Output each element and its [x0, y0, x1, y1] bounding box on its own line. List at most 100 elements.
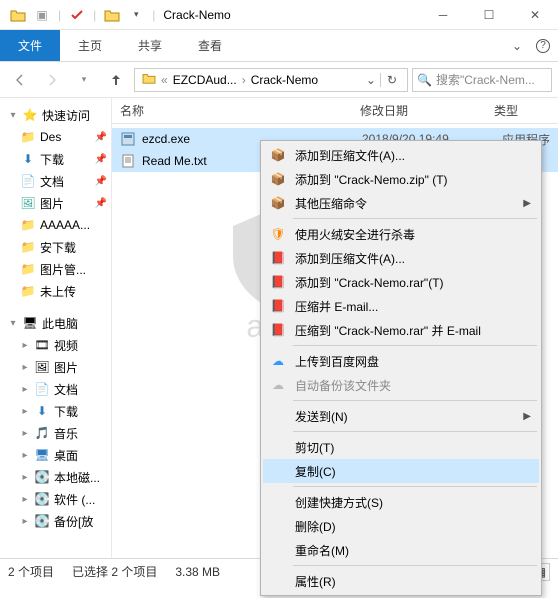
- folder-icon: [139, 72, 159, 87]
- nav-item[interactable]: 📁安下载: [0, 236, 111, 258]
- menu-separator: [293, 431, 537, 432]
- twisty-icon[interactable]: ▸: [20, 384, 30, 395]
- ctx-add-zip[interactable]: 📦添加到 "Crack-Nemo.zip" (T): [263, 167, 539, 191]
- folder-icon: 📁: [20, 217, 36, 233]
- twisty-icon[interactable]: ▸: [20, 340, 30, 351]
- folder-icon: 📁: [20, 129, 36, 145]
- address-bar[interactable]: « EZCDAud... › Crack-Nemo ⌄ ↻: [134, 68, 408, 92]
- breadcrumb-segment[interactable]: Crack-Nemo: [248, 73, 321, 87]
- nav-quick-access[interactable]: ▾⭐快速访问: [0, 104, 111, 126]
- ctx-shortcut[interactable]: 创建快捷方式(S): [263, 490, 539, 514]
- ctx-add-archive[interactable]: 📦添加到压缩文件(A)...: [263, 143, 539, 167]
- col-type[interactable]: 类型: [486, 102, 558, 119]
- ctx-huorong-scan[interactable]: 🛡使用火绒安全进行杀毒: [263, 222, 539, 246]
- window-title: Crack-Nemo: [163, 8, 230, 22]
- folder-icon: [7, 4, 29, 26]
- nav-item[interactable]: 📁未上传: [0, 280, 111, 302]
- twisty-icon[interactable]: ▸: [20, 494, 30, 505]
- pin-icon: 📌: [95, 198, 107, 209]
- exe-icon: [120, 131, 136, 147]
- forward-button[interactable]: [38, 66, 66, 94]
- nav-item[interactable]: ▸🖼图片: [0, 356, 111, 378]
- qat-pin-icon[interactable]: ▣: [31, 4, 53, 26]
- ctx-send-to[interactable]: 发送到(N)▶: [263, 404, 539, 428]
- nav-item[interactable]: 📁图片管...: [0, 258, 111, 280]
- col-date[interactable]: 修改日期: [352, 102, 486, 119]
- nav-item[interactable]: ▸🎞视频: [0, 334, 111, 356]
- nav-item[interactable]: ▸⬇下载: [0, 400, 111, 422]
- chevron-right-icon[interactable]: «: [159, 73, 170, 87]
- up-button[interactable]: [102, 66, 130, 94]
- archive-icon: 📦: [269, 170, 287, 188]
- chevron-right-icon[interactable]: ›: [240, 73, 248, 87]
- maximize-button[interactable]: ☐: [466, 0, 512, 30]
- ctx-add-rar[interactable]: 📕添加到 "Crack-Nemo.rar"(T): [263, 270, 539, 294]
- txt-icon: [120, 153, 136, 169]
- chevron-right-icon: ▶: [523, 411, 531, 422]
- nav-item[interactable]: ▸💽软件 (...: [0, 488, 111, 510]
- ctx-properties[interactable]: 属性(R): [263, 569, 539, 593]
- ribbon: 文件 主页 共享 查看 ⌄ ?: [0, 30, 558, 62]
- tab-share[interactable]: 共享: [120, 30, 180, 61]
- cloud-icon: ☁: [269, 352, 287, 370]
- ctx-copy[interactable]: 复制(C): [263, 459, 539, 483]
- ctx-cut[interactable]: 剪切(T): [263, 435, 539, 459]
- menu-separator: [293, 486, 537, 487]
- menu-separator: [293, 565, 537, 566]
- close-button[interactable]: ✕: [512, 0, 558, 30]
- search-input[interactable]: 🔍 搜索"Crack-Nem...: [412, 68, 552, 92]
- menu-separator: [293, 218, 537, 219]
- ctx-add-archive-rar[interactable]: 📕添加到压缩文件(A)...: [263, 246, 539, 270]
- nav-item[interactable]: ▸🖥桌面: [0, 444, 111, 466]
- qat-dropdown-icon[interactable]: ▾: [125, 4, 147, 26]
- address-row: ▾ « EZCDAud... › Crack-Nemo ⌄ ↻ 🔍 搜索"Cra…: [0, 62, 558, 98]
- nav-item[interactable]: 📁Des📌: [0, 126, 111, 148]
- twisty-icon[interactable]: ▸: [20, 450, 30, 461]
- col-name[interactable]: 名称: [112, 102, 352, 119]
- nav-item[interactable]: 📁AAAAA...: [0, 214, 111, 236]
- ctx-compress-email[interactable]: 📕压缩并 E-mail...: [263, 294, 539, 318]
- context-menu: 📦添加到压缩文件(A)... 📦添加到 "Crack-Nemo.zip" (T)…: [260, 140, 542, 596]
- qat-check-icon[interactable]: [66, 4, 88, 26]
- recent-dropdown-icon[interactable]: ▾: [70, 66, 98, 94]
- nav-item[interactable]: 🖼图片📌: [0, 192, 111, 214]
- tab-file[interactable]: 文件: [0, 30, 60, 61]
- star-icon: ⭐: [22, 107, 38, 123]
- nav-item[interactable]: ▸💽本地磁...: [0, 466, 111, 488]
- qat-separator: |: [93, 8, 96, 22]
- ctx-baidu-upload[interactable]: ☁上传到百度网盘: [263, 349, 539, 373]
- help-icon[interactable]: ?: [536, 39, 550, 53]
- ctx-rename[interactable]: 重命名(M): [263, 538, 539, 562]
- twisty-icon[interactable]: ▸: [20, 516, 30, 527]
- qat-separator: |: [152, 8, 155, 22]
- twisty-icon[interactable]: ▾: [8, 110, 18, 121]
- ctx-delete[interactable]: 删除(D): [263, 514, 539, 538]
- breadcrumb-segment[interactable]: EZCDAud...: [170, 73, 240, 87]
- ctx-compress-rar-email[interactable]: 📕压缩到 "Crack-Nemo.rar" 并 E-mail: [263, 318, 539, 342]
- twisty-icon[interactable]: ▸: [20, 362, 30, 373]
- nav-item[interactable]: ▸📄文档: [0, 378, 111, 400]
- ribbon-expand-icon[interactable]: ⌄ ?: [512, 30, 558, 61]
- ctx-other-zip[interactable]: 📦其他压缩命令▶: [263, 191, 539, 215]
- qat-folder-icon[interactable]: [101, 4, 123, 26]
- twisty-icon[interactable]: ▸: [20, 406, 30, 417]
- twisty-icon[interactable]: ▸: [20, 472, 30, 483]
- twisty-icon[interactable]: ▾: [8, 318, 18, 329]
- back-button[interactable]: [6, 66, 34, 94]
- status-selection-count: 已选择 2 个项目: [72, 563, 157, 580]
- rar-icon: 📕: [269, 297, 287, 315]
- nav-item[interactable]: ▸🎵音乐: [0, 422, 111, 444]
- nav-item[interactable]: 📄文档📌: [0, 170, 111, 192]
- refresh-icon[interactable]: ↻: [380, 73, 403, 87]
- nav-item[interactable]: ▸💽备份[放: [0, 510, 111, 532]
- minimize-button[interactable]: ─: [420, 0, 466, 30]
- pictures-icon: 🖼: [20, 195, 36, 211]
- nav-this-pc[interactable]: ▾🖥此电脑: [0, 312, 111, 334]
- address-dropdown-icon[interactable]: ⌄: [362, 73, 380, 87]
- tab-home[interactable]: 主页: [60, 30, 120, 61]
- tab-view[interactable]: 查看: [180, 30, 240, 61]
- nav-item[interactable]: ⬇下载📌: [0, 148, 111, 170]
- pictures-icon: 🖼: [34, 359, 50, 375]
- ctx-auto-backup: ☁自动备份该文件夹: [263, 373, 539, 397]
- twisty-icon[interactable]: ▸: [20, 428, 30, 439]
